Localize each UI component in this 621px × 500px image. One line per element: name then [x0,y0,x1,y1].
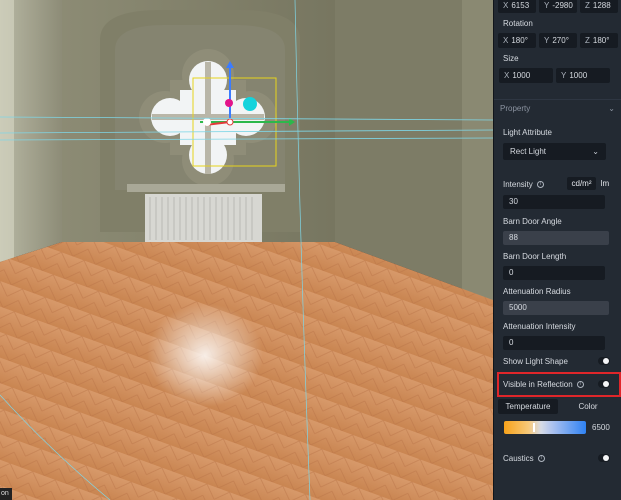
rotation-row: X 180° Y 270° Z 180° [498,33,618,48]
unit-cdm2-button[interactable]: cd/m² [567,177,596,190]
highlight-box [497,372,621,397]
rotation-x-input[interactable]: X 180° [498,33,536,48]
info-icon[interactable]: i [537,455,545,463]
3d-viewport[interactable]: on [0,0,493,500]
temperature-value: 6500 [592,423,610,432]
attenuation-intensity-input[interactable]: 0 [503,336,605,350]
location-z-input[interactable]: Z 1288 [580,0,618,13]
barn-door-length-label: Barn Door Length [503,252,567,261]
tab-temperature[interactable]: Temperature [498,399,558,414]
attenuation-intensity-label: Attenuation Intensity [503,322,576,331]
caustics-toggle[interactable] [598,454,610,462]
chevron-down-icon: ⌄ [592,147,599,156]
light-attribute-select[interactable]: Rect Light ⌄ [503,143,606,160]
temperature-slider-handle[interactable] [533,423,535,432]
size-row: X 1000 Y 1000 [499,68,610,83]
show-light-shape-toggle[interactable] [598,357,610,365]
toggle-knob [603,358,609,364]
attenuation-radius-label: Attenuation Radius [503,287,571,296]
barn-door-angle-input[interactable]: 88 [503,231,609,245]
intensity-input[interactable]: 30 [503,195,605,209]
size-x-input[interactable]: X 1000 [499,68,553,83]
intensity-label: Intensity [503,180,533,189]
light-attribute-label: Light Attribute [503,128,552,137]
caustics-label: Caustics [503,454,534,463]
light-attribute-value: Rect Light [510,147,547,156]
location-row: X 6153 Y -2980 Z 1288 [498,0,618,13]
temperature-gradient-slider[interactable] [504,421,586,434]
barn-door-length-input[interactable]: 0 [503,266,605,280]
info-icon[interactable]: i [536,181,544,189]
room-scene [0,0,493,500]
caustics-row: Caustics i [503,454,545,463]
color-mode-tabs: Temperature Color [498,399,618,414]
rotation-label: Rotation [503,19,533,28]
properties-panel: X 6153 Y -2980 Z 1288 Rotation X 180° Y 270° … [493,0,621,500]
size-label: Size [503,54,519,63]
rotation-z-input[interactable]: Z 180° [580,33,618,48]
location-y-input[interactable]: Y -2980 [539,0,577,13]
intensity-label-row: Intensity i [503,180,544,189]
tab-color[interactable]: Color [558,399,618,414]
location-x-input[interactable]: X 6153 [498,0,536,13]
show-light-shape-label: Show Light Shape [503,357,568,366]
property-section-title: Property [500,104,531,113]
attenuation-radius-input[interactable]: 5000 [503,301,609,315]
toggle-knob [603,455,609,461]
chevron-down-icon: ⌄ [608,104,615,113]
barn-door-angle-label: Barn Door Angle [503,217,562,226]
rotation-y-input[interactable]: Y 270° [539,33,577,48]
property-section-header[interactable]: Property ⌄ [494,99,621,117]
viewport-corner-label: on [0,488,12,500]
size-y-input[interactable]: Y 1000 [556,68,610,83]
unit-lm-button[interactable]: lm [597,177,613,190]
